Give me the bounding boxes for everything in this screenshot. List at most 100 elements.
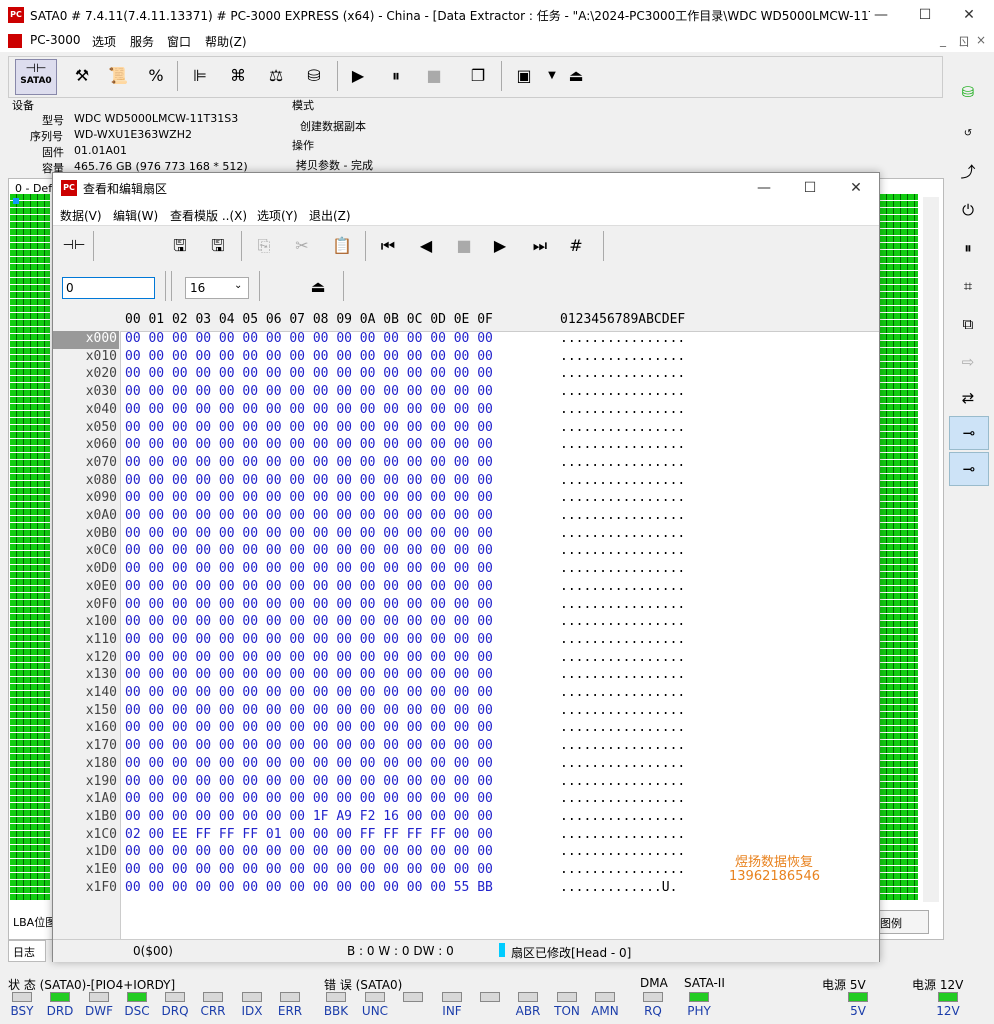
cable-icon[interactable]: ⊣⊢ (59, 231, 89, 261)
exit-icon[interactable]: ⏏ (561, 61, 591, 91)
step-icon[interactable]: ⤴ (949, 156, 987, 188)
mdi-close-button[interactable]: × (976, 33, 986, 47)
hex-row[interactable]: 00 00 00 00 00 00 00 00 00 00 00 00 00 0… (125, 543, 493, 561)
hex-row[interactable]: 00 00 00 00 00 00 00 00 00 00 00 00 00 0… (125, 756, 493, 774)
ascii-row[interactable]: ................ (560, 420, 685, 438)
menu-data[interactable]: 数据(V) (60, 207, 102, 224)
tools-icon[interactable]: ⚒ (67, 61, 97, 91)
menu-pc3000[interactable]: PC-3000 (30, 33, 80, 47)
ascii-row[interactable]: ................ (560, 720, 685, 738)
hex-row[interactable]: 00 00 00 00 00 00 00 00 00 00 00 00 00 0… (125, 632, 493, 650)
ascii-row[interactable]: ................ (560, 791, 685, 809)
menu-window[interactable]: 窗口 (167, 33, 191, 50)
ascii-row[interactable]: ................ (560, 650, 685, 668)
log-tab[interactable]: 日志 (8, 940, 46, 962)
ascii-row[interactable]: ................ (560, 632, 685, 650)
hex-row[interactable]: 00 00 00 00 00 00 00 00 00 00 00 00 00 0… (125, 508, 493, 526)
hex-row[interactable]: 00 00 00 00 00 00 00 00 00 00 00 00 00 0… (125, 791, 493, 809)
plug-icon[interactable]: ⊫ (185, 61, 215, 91)
ascii-row[interactable]: ................ (560, 579, 685, 597)
paste-icon[interactable]: 📋 (327, 231, 357, 261)
arrow-icon[interactable]: ⇨ (949, 346, 987, 378)
menu-service[interactable]: 服务 (130, 33, 154, 50)
lba-scrollbar[interactable] (923, 197, 939, 902)
hex-row[interactable]: 00 00 00 00 00 00 00 00 00 00 00 00 00 0… (125, 561, 493, 579)
save-as-icon[interactable]: 🖫 (203, 231, 233, 261)
ascii-row[interactable]: ................ (560, 366, 685, 384)
exit-icon[interactable]: ⏏ (303, 272, 333, 302)
next-sector-icon[interactable]: ▶ (485, 231, 515, 261)
database-icon[interactable]: ⛁ (949, 76, 987, 108)
ascii-row[interactable]: ................ (560, 437, 685, 455)
hex-row[interactable]: 00 00 00 00 00 00 00 00 00 00 00 00 00 0… (125, 349, 493, 367)
hex-row[interactable]: 00 00 00 00 00 00 00 00 00 00 00 00 00 0… (125, 667, 493, 685)
dialog-maximize-button[interactable]: ☐ (787, 173, 833, 203)
ascii-row[interactable]: ................ (560, 490, 685, 508)
ascii-row[interactable]: ................ (560, 667, 685, 685)
hex-row[interactable]: 00 00 00 00 00 00 00 00 1F A9 F2 16 00 0… (125, 809, 493, 827)
copy-icon[interactable]: ⎘ (249, 231, 279, 261)
ascii-row[interactable]: ................ (560, 844, 685, 862)
ascii-row[interactable]: ................ (560, 614, 685, 632)
hex-row[interactable]: 02 00 EE FF FF FF 01 00 00 00 FF FF FF F… (125, 827, 493, 845)
ascii-row[interactable]: ................ (560, 402, 685, 420)
hex-row[interactable]: 00 00 00 00 00 00 00 00 00 00 00 00 00 0… (125, 880, 493, 898)
stop-icon[interactable]: ■ (449, 231, 479, 261)
hex-row[interactable]: 00 00 00 00 00 00 00 00 00 00 00 00 00 0… (125, 597, 493, 615)
dialog-minimize-button[interactable]: — (741, 173, 787, 203)
reset-icon[interactable]: ↺ (949, 118, 987, 150)
hex-row[interactable]: 00 00 00 00 00 00 00 00 00 00 00 00 00 0… (125, 331, 493, 349)
hex-row[interactable]: 00 00 00 00 00 00 00 00 00 00 00 00 00 0… (125, 703, 493, 721)
hex-row[interactable]: 00 00 00 00 00 00 00 00 00 00 00 00 00 0… (125, 437, 493, 455)
menu-view-template[interactable]: 查看模版 ..(X) (170, 207, 247, 224)
copy-x-icon[interactable]: ⧉ (949, 308, 987, 340)
minimize-button[interactable]: — (858, 0, 904, 30)
close-button[interactable]: ✕ (946, 0, 992, 30)
ascii-row[interactable]: ................ (560, 561, 685, 579)
hex-row[interactable]: 00 00 00 00 00 00 00 00 00 00 00 00 00 0… (125, 366, 493, 384)
ascii-row[interactable]: ................ (560, 703, 685, 721)
menu-exit[interactable]: 退出(Z) (309, 207, 351, 224)
pause-icon[interactable]: ⏸ (949, 232, 987, 264)
hex-row[interactable]: 00 00 00 00 00 00 00 00 00 00 00 00 00 0… (125, 384, 493, 402)
ascii-row[interactable]: ................ (560, 508, 685, 526)
hex-row[interactable]: 00 00 00 00 00 00 00 00 00 00 00 00 00 0… (125, 526, 493, 544)
hex-row[interactable]: 00 00 00 00 00 00 00 00 00 00 00 00 00 0… (125, 650, 493, 668)
mdi-minimize-button[interactable]: _ (940, 33, 946, 47)
ascii-row[interactable]: ................ (560, 597, 685, 615)
bytes-per-row-select[interactable]: 16 ⌄ (185, 277, 249, 299)
disk-icon[interactable]: ⛁ (299, 61, 329, 91)
connect-icon[interactable]: ⇄ (949, 382, 987, 414)
ascii-row[interactable]: ................ (560, 543, 685, 561)
sata-port-button[interactable]: ⊣⊢ SATA0 (15, 59, 57, 95)
head0-icon[interactable]: ⊸ (949, 416, 989, 450)
hex-row[interactable]: 00 00 00 00 00 00 00 00 00 00 00 00 00 0… (125, 720, 493, 738)
ascii-row[interactable]: ................ (560, 809, 685, 827)
scale-icon[interactable]: ⚖ (261, 61, 291, 91)
hex-row[interactable]: 00 00 00 00 00 00 00 00 00 00 00 00 00 0… (125, 738, 493, 756)
ascii-row[interactable]: ................ (560, 685, 685, 703)
hex-row[interactable]: 00 00 00 00 00 00 00 00 00 00 00 00 00 0… (125, 774, 493, 792)
scroll-icon[interactable]: 📜 (103, 61, 133, 91)
ascii-row[interactable]: ................ (560, 756, 685, 774)
hex-row[interactable]: 00 00 00 00 00 00 00 00 00 00 00 00 00 0… (125, 614, 493, 632)
ascii-row[interactable]: ................ (560, 526, 685, 544)
hex-row[interactable]: 00 00 00 00 00 00 00 00 00 00 00 00 00 0… (125, 490, 493, 508)
ascii-row[interactable]: ................ (560, 331, 685, 349)
power-icon[interactable]: ⏻ (949, 194, 987, 226)
ascii-row[interactable]: ................ (560, 827, 685, 845)
binoculars-icon[interactable]: ⌘ (223, 61, 253, 91)
hex-row[interactable]: 00 00 00 00 00 00 00 00 00 00 00 00 00 0… (125, 402, 493, 420)
hex-row[interactable]: 00 00 00 00 00 00 00 00 00 00 00 00 00 0… (125, 455, 493, 473)
hex-row[interactable]: 00 00 00 00 00 00 00 00 00 00 00 00 00 0… (125, 862, 493, 880)
copy-windows-icon[interactable]: ❐ (463, 61, 493, 91)
ascii-row[interactable]: ................ (560, 473, 685, 491)
play-icon[interactable]: ▶ (343, 61, 373, 91)
head1-icon[interactable]: ⊸ (949, 452, 989, 486)
menu-options[interactable]: 选项 (92, 33, 116, 50)
chip-icon[interactable]: ⌗ (949, 270, 987, 302)
ascii-row[interactable]: ................ (560, 774, 685, 792)
goto-sector-icon[interactable]: # (561, 231, 591, 261)
mdi-restore-button[interactable]: ㄖ (958, 33, 970, 50)
maximize-button[interactable]: ☐ (902, 0, 948, 30)
